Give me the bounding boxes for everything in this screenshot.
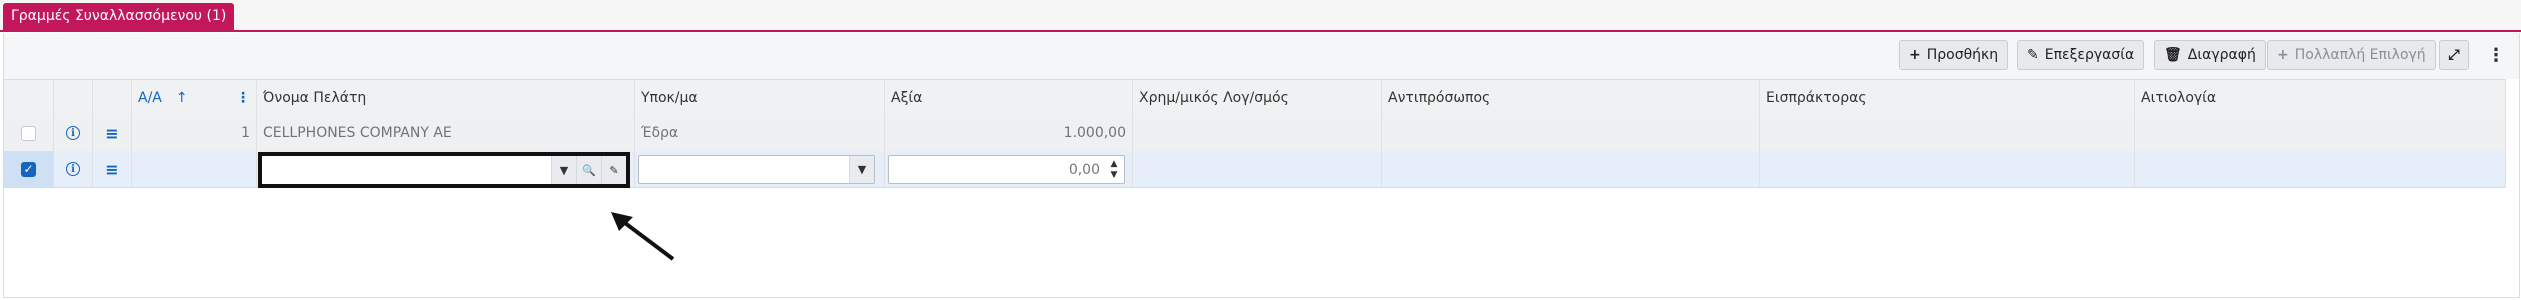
row-representative[interactable] (1382, 115, 1760, 151)
tab-customer-lines[interactable]: Γραμμές Συναλλασσόμενου (1) (3, 3, 235, 30)
header-customer-name-label: Όνομα Πελάτη (263, 90, 367, 106)
row-info-cell: i (54, 115, 93, 151)
plus-icon: + (1909, 47, 1921, 63)
header-branch-label: Υποκ/μα (641, 90, 698, 106)
header-reason-label: Αιτιολογία (2141, 90, 2217, 106)
row-collector[interactable] (1760, 115, 2135, 151)
row-info-cell: i (54, 151, 93, 187)
table-row-editing[interactable]: ✓ i ≡ ▼ 🔍 ✎ ▼ 0,00 ▲ ▼ (4, 151, 2506, 188)
expand-button[interactable]: ⤢ (2439, 40, 2469, 70)
customer-name-combobox[interactable]: ▼ 🔍 ✎ (258, 152, 630, 188)
multi-select-button[interactable]: + Πολλαπλή Επιλογή (2267, 40, 2436, 70)
row-reason[interactable] (2135, 151, 2506, 187)
row-customer-name[interactable]: CELLPHONES COMPANY AE (257, 115, 635, 151)
header-aa[interactable]: Α/Α ↑ ⋮ (132, 80, 257, 116)
row-value[interactable]: 1.000,00 (885, 115, 1133, 151)
sort-ascending-icon: ↑ (175, 90, 188, 106)
pencil-icon[interactable]: ✎ (601, 156, 626, 184)
value-input-text[interactable]: 0,00 (1069, 162, 1100, 178)
row-aa (132, 151, 257, 187)
add-button[interactable]: + Προσθήκη (1899, 40, 2009, 70)
row-reason[interactable] (2135, 115, 2506, 151)
header-value[interactable]: Αξία (885, 80, 1133, 116)
row-checkbox-checked[interactable]: ✓ (21, 161, 36, 177)
row-menu-cell: ≡ (93, 151, 132, 187)
edit-button[interactable]: ✎ Επεξεργασία (2017, 40, 2145, 70)
header-financial-account[interactable]: Χρημ/μικός Λογ/σμός (1133, 80, 1382, 116)
header-representative[interactable]: Αντιπρόσωπος (1382, 80, 1760, 116)
chevron-up-icon[interactable]: ▲ (1111, 159, 1118, 170)
header-representative-label: Αντιπρόσωπος (1388, 90, 1491, 106)
tab-strip: Γραμμές Συναλλασσόμενου (1) (0, 0, 2521, 32)
row-aa: 1 (132, 115, 257, 151)
value-number-input[interactable]: 0,00 ▲ ▼ (888, 155, 1125, 184)
edit-button-label: Επεξεργασία (2044, 47, 2135, 63)
grid-panel: + Προσθήκη ✎ Επεξεργασία 🗑 Διαγραφή + Πο… (3, 33, 2520, 298)
delete-button-label: Διαγραφή (2187, 47, 2256, 63)
plus-icon: + (2277, 47, 2289, 63)
expand-icon: ⤢ (2448, 47, 2460, 63)
header-value-label: Αξία (891, 90, 923, 106)
info-icon[interactable]: i (66, 162, 80, 176)
header-branch[interactable]: Υποκ/μα (635, 80, 885, 116)
chevron-down-icon[interactable]: ▼ (551, 156, 576, 184)
header-aa-label: Α/Α (138, 90, 162, 106)
more-options-icon[interactable]: ⋮ (2484, 40, 2508, 70)
header-collector-label: Εισπράκτορας (1766, 90, 1867, 106)
annotation-arrow-icon (611, 212, 675, 261)
multi-select-button-label: Πολλαπλή Επιλογή (2294, 47, 2426, 63)
row-branch[interactable]: Έδρα (635, 115, 885, 151)
grid-toolbar: + Προσθήκη ✎ Επεξεργασία 🗑 Διαγραφή + Πο… (4, 33, 2519, 79)
row-financial-account[interactable] (1133, 151, 1382, 187)
row-financial-account[interactable] (1133, 115, 1382, 151)
stepper[interactable]: ▲ ▼ (1104, 156, 1124, 183)
row-select-cell (4, 115, 54, 151)
header-select-col (4, 80, 54, 116)
row-menu-cell: ≡ (93, 115, 132, 151)
header-customer-name[interactable]: Όνομα Πελάτη (257, 80, 635, 116)
pencil-icon: ✎ (2027, 47, 2039, 63)
grid-header: Α/Α ↑ ⋮ Όνομα Πελάτη Υποκ/μα Αξία Χρημ/μ… (4, 79, 2506, 117)
chevron-down-icon[interactable]: ▼ (1111, 170, 1118, 181)
search-icon[interactable]: 🔍 (576, 156, 601, 184)
delete-button[interactable]: 🗑 Διαγραφή (2154, 40, 2266, 70)
trash-icon: 🗑 (2164, 47, 2182, 63)
hamburger-icon[interactable]: ≡ (105, 160, 118, 179)
header-info-col (54, 80, 93, 116)
chevron-down-icon[interactable]: ▼ (849, 156, 874, 183)
branch-combobox[interactable]: ▼ (638, 155, 875, 184)
row-select-cell: ✓ (4, 151, 54, 187)
hamburger-icon[interactable]: ≡ (105, 124, 118, 143)
table-row[interactable]: i ≡ 1 CELLPHONES COMPANY AE Έδρα 1.000,0… (4, 115, 2506, 152)
header-financial-account-label: Χρημ/μικός Λογ/σμός (1139, 90, 1289, 106)
row-checkbox[interactable] (21, 125, 36, 141)
info-icon[interactable]: i (66, 126, 80, 140)
header-menu-col (93, 80, 132, 116)
row-representative[interactable] (1382, 151, 1760, 187)
header-reason[interactable]: Αιτιολογία (2135, 80, 2506, 116)
header-collector[interactable]: Εισπράκτορας (1760, 80, 2135, 116)
row-collector[interactable] (1760, 151, 2135, 187)
column-menu-icon[interactable]: ⋮ (236, 90, 250, 106)
add-button-label: Προσθήκη (1926, 47, 1999, 63)
